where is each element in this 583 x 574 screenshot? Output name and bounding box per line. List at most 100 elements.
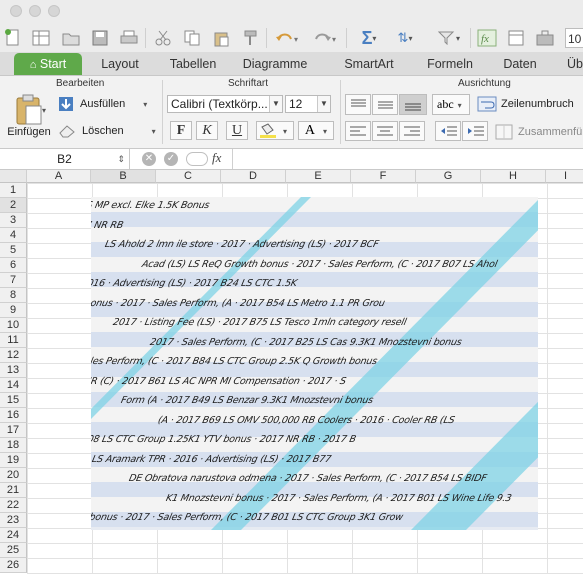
row-header-24[interactable]: 24 [0, 528, 27, 543]
paste-button[interactable]: Einfügen [6, 94, 52, 144]
tab-formeln[interactable]: Formeln [418, 53, 482, 75]
formula-input[interactable] [232, 149, 583, 169]
row-header-19[interactable]: 19 [0, 453, 27, 468]
column-header-f[interactable]: F [351, 170, 416, 183]
insert-function-button[interactable]: fx [212, 150, 221, 166]
align-left-button[interactable] [345, 121, 371, 141]
window-titlebar [0, 0, 583, 22]
font-name-select[interactable]: Calibri (Textkörp... ▼ [167, 95, 283, 113]
align-center-button[interactable] [372, 121, 398, 141]
row-header-9[interactable]: 9 [0, 303, 27, 318]
paste-options-dropdown[interactable]: ▾ [42, 106, 46, 115]
row-header-22[interactable]: 22 [0, 498, 27, 513]
gallery-icon[interactable] [505, 27, 527, 49]
filter-icon[interactable]: ▾ [434, 27, 464, 49]
tab-layout[interactable]: Layout [88, 53, 152, 75]
tab-tabellen[interactable]: Tabellen [160, 53, 226, 75]
italic-button[interactable]: K [196, 121, 218, 140]
redo-icon[interactable]: ▾ [310, 27, 340, 49]
row-header-18[interactable]: 18 [0, 438, 27, 453]
copy-icon[interactable] [181, 27, 203, 49]
merge-label: Zusammenfü [518, 126, 583, 138]
tab-diagramme[interactable]: Diagramme [234, 53, 316, 75]
decrease-indent-button[interactable] [435, 121, 461, 141]
print-icon[interactable] [118, 27, 140, 49]
select-all-corner[interactable] [0, 170, 27, 183]
align-right-button[interactable] [399, 121, 425, 141]
row-header-6[interactable]: 6 [0, 258, 27, 273]
open-folder-icon[interactable] [60, 27, 82, 49]
pasted-picture[interactable]: 2017 Nr. 1 LS MP excl. Elke 1.5K Bonus 20… [91, 197, 538, 530]
sort-icon[interactable]: ⇅ ▾ [391, 27, 419, 49]
save-icon[interactable] [89, 27, 111, 49]
row-header-12[interactable]: 12 [0, 348, 27, 363]
column-header-a[interactable]: A [27, 170, 91, 183]
toolbox-icon[interactable] [534, 27, 556, 49]
cut-icon[interactable] [152, 27, 174, 49]
tab-daten[interactable]: Daten [494, 53, 546, 75]
row-header-5[interactable]: 5 [0, 243, 27, 258]
formula-builder-icon[interactable]: fx [476, 27, 498, 49]
toggle-icon[interactable] [186, 152, 208, 166]
picture-text-line: 1 bonus · 2017 · Sales Perform, (A · 201… [91, 297, 386, 309]
align-bottom-button[interactable] [399, 94, 427, 115]
wrap-text-button[interactable]: Zeilenumbruch [477, 95, 574, 113]
orientation-button[interactable]: abc ▾ [432, 94, 470, 115]
row-header-25[interactable]: 25 [0, 543, 27, 558]
tab-start[interactable]: ⌂ Start [14, 53, 82, 75]
row-header-21[interactable]: 21 [0, 483, 27, 498]
chevron-down-icon: ▼ [317, 96, 330, 112]
row-header-16[interactable]: 16 [0, 408, 27, 423]
zoom-field[interactable]: 10 [565, 28, 583, 48]
column-header-e[interactable]: E [286, 170, 351, 183]
toolbar-separator [346, 28, 347, 48]
row-header-15[interactable]: 15 [0, 393, 27, 408]
underline-button[interactable]: U [226, 121, 248, 140]
row-header-23[interactable]: 23 [0, 513, 27, 528]
row-header-10[interactable]: 10 [0, 318, 27, 333]
row-header-13[interactable]: 13 [0, 363, 27, 378]
row-header-4[interactable]: 4 [0, 228, 27, 243]
tab-ueberpruefen[interactable]: Üb [560, 53, 583, 75]
row-header-14[interactable]: 14 [0, 378, 27, 393]
font-color-button[interactable]: A ▾ [298, 121, 334, 140]
column-header-d[interactable]: D [221, 170, 286, 183]
templates-icon[interactable] [30, 27, 52, 49]
clear-button[interactable]: Löschen ▾ [58, 122, 156, 140]
row-header-3[interactable]: 3 [0, 213, 27, 228]
fill-button[interactable]: Ausfüllen ▾ [58, 95, 147, 113]
align-top-button[interactable] [345, 94, 371, 115]
bold-button[interactable]: F [170, 121, 192, 140]
column-header-c[interactable]: C [156, 170, 221, 183]
chevron-updown-icon[interactable]: ⇕ [117, 149, 125, 169]
row-header-26[interactable]: 26 [0, 558, 27, 573]
fill-color-button[interactable]: ▾ [256, 121, 294, 140]
column-header-b[interactable]: B [91, 170, 156, 183]
increase-indent-button[interactable] [462, 121, 488, 141]
confirm-entry-icon[interactable]: ✓ [164, 152, 178, 166]
column-header-h[interactable]: H [481, 170, 546, 183]
zoom-window-button[interactable] [48, 5, 60, 17]
close-window-button[interactable] [10, 5, 22, 17]
row-header-17[interactable]: 17 [0, 423, 27, 438]
tab-smartart[interactable]: SmartArt [334, 53, 404, 75]
row-header-2[interactable]: 2 [0, 198, 27, 213]
row-header-1[interactable]: 1 [0, 183, 27, 198]
merge-button[interactable]: Zusammenfü [495, 123, 582, 141]
format-painter-icon[interactable] [239, 27, 261, 49]
row-header-7[interactable]: 7 [0, 273, 27, 288]
row-header-8[interactable]: 8 [0, 288, 27, 303]
name-box[interactable]: B2 ⇕ [0, 149, 130, 169]
undo-icon[interactable]: ▾ [273, 27, 303, 49]
row-header-20[interactable]: 20 [0, 468, 27, 483]
column-header-g[interactable]: G [416, 170, 481, 183]
minimize-window-button[interactable] [29, 5, 41, 17]
align-middle-button[interactable] [372, 94, 398, 115]
font-size-select[interactable]: 12 ▼ [285, 95, 331, 113]
cancel-entry-icon[interactable]: ✕ [142, 152, 156, 166]
new-document-icon[interactable] [2, 27, 24, 49]
column-header-i[interactable]: I [546, 170, 583, 183]
paste-icon[interactable] [210, 27, 232, 49]
autosum-icon[interactable]: Σ ▾ [355, 27, 383, 49]
row-header-11[interactable]: 11 [0, 333, 27, 348]
